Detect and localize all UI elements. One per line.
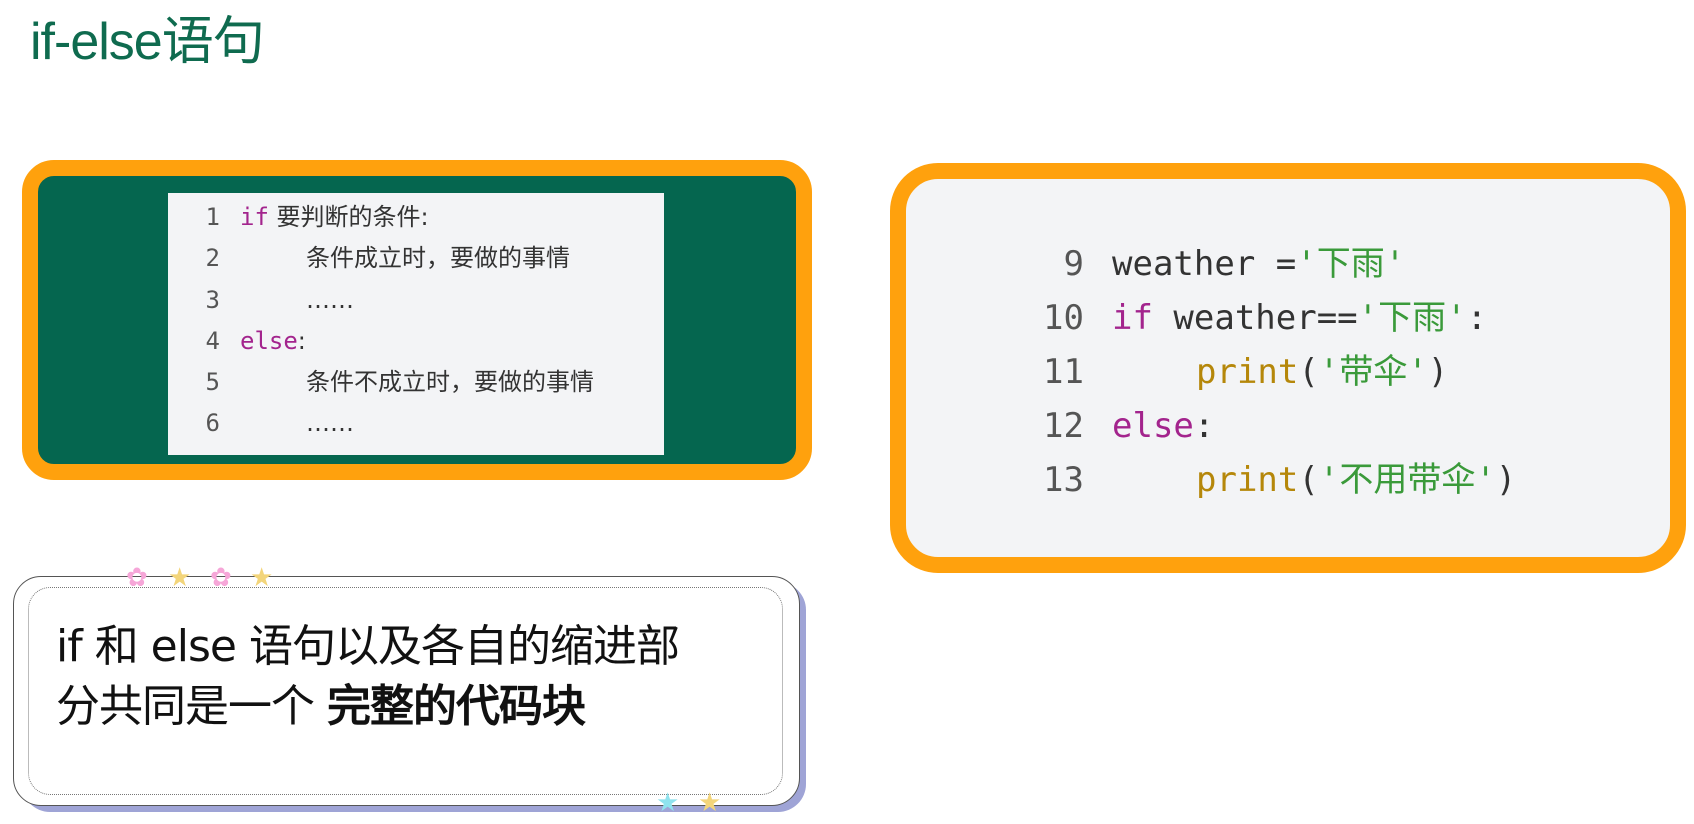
line-number: 3	[205, 285, 220, 314]
string-literal: '下雨'	[1296, 244, 1406, 284]
example-code-block: 9 weather ='下雨' 10 if weather=='下雨': 11 pri…	[1036, 237, 1516, 507]
code-text: else:	[240, 321, 306, 362]
line-number: 6	[205, 409, 220, 438]
paren-open: (	[1298, 460, 1319, 500]
code-line: 9 weather ='下雨'	[1036, 237, 1516, 291]
code-line: 3 ……	[168, 280, 664, 321]
star-icon: ★	[168, 563, 192, 593]
paren-close: )	[1495, 460, 1517, 500]
string-literal: '不用带伞'	[1318, 460, 1496, 500]
note-emphasis: 完整的代码块	[327, 681, 586, 732]
note-line-2: 分共同是一个 完整的代码块	[56, 677, 756, 737]
code-line: 5 条件不成立时，要做的事情	[168, 362, 664, 403]
condition-text: 要判断的条件:	[268, 203, 429, 231]
keyword-if: if	[1112, 298, 1153, 338]
string-literal: '下雨'	[1357, 298, 1467, 338]
code-text: if 要判断的条件:	[240, 197, 429, 238]
code-text: ……	[306, 285, 354, 314]
function-print: print	[1196, 460, 1299, 500]
star-icon: ★	[698, 788, 722, 818]
flower-icon: ✿	[210, 563, 232, 593]
colon: :	[1193, 406, 1215, 446]
string-literal: '带伞'	[1318, 352, 1428, 392]
slide-title: if-else语句	[30, 13, 265, 71]
line-number: 11	[1043, 352, 1084, 392]
flower-icon: ✿	[126, 563, 148, 593]
code-text: 条件不成立时，要做的事情	[306, 368, 594, 397]
code-line: 4 else:	[168, 321, 664, 362]
code-text: weather =	[1112, 244, 1297, 284]
function-print: print	[1196, 352, 1299, 392]
line-number: 12	[1043, 406, 1084, 446]
code-line: 10 if weather=='下雨':	[1036, 291, 1516, 345]
colon: :	[1466, 298, 1488, 338]
line-number: 1	[205, 203, 220, 231]
line-number: 2	[205, 244, 220, 273]
syntax-template-card: 1 if 要判断的条件: 2 条件成立时，要做的事情 3 …… 4 else: …	[22, 160, 812, 480]
note-line-1: if 和 else 语句以及各自的缩进部	[56, 621, 680, 672]
code-text: 条件成立时，要做的事情	[306, 244, 570, 273]
colon: :	[297, 326, 306, 355]
note-box: if 和 else 语句以及各自的缩进部 分共同是一个 完整的代码块	[13, 576, 800, 806]
code-line: 13 print('不用带伞')	[1036, 453, 1516, 507]
line-number: 13	[1043, 460, 1084, 500]
code-text: ……	[306, 409, 354, 438]
note-line-2-plain: 分共同是一个	[56, 681, 327, 732]
code-line: 6 ……	[168, 403, 664, 444]
paren-open: (	[1298, 352, 1319, 392]
paren-close: )	[1427, 352, 1449, 392]
syntax-code-block: 1 if 要判断的条件: 2 条件成立时，要做的事情 3 …… 4 else: …	[168, 193, 664, 455]
note-text: if 和 else 语句以及各自的缩进部 分共同是一个 完整的代码块	[56, 617, 756, 737]
code-line: 12 else:	[1036, 399, 1516, 453]
code-line: 1 if 要判断的条件:	[168, 197, 664, 238]
line-number: 9	[1063, 244, 1084, 284]
star-icon: ★	[250, 563, 274, 593]
code-line: 11 print('带伞')	[1036, 345, 1516, 399]
example-code-card: 9 weather ='下雨' 10 if weather=='下雨': 11 pri…	[890, 163, 1686, 573]
line-number: 10	[1043, 298, 1084, 338]
keyword-else: else	[240, 326, 298, 355]
keyword-if: if	[240, 203, 269, 231]
code-text: weather==	[1152, 298, 1358, 338]
keyword-else: else	[1112, 406, 1194, 446]
line-number: 4	[205, 326, 220, 355]
star-icon: ★	[656, 788, 680, 818]
code-line: 2 条件成立时，要做的事情	[168, 238, 664, 279]
line-number: 5	[205, 368, 220, 397]
